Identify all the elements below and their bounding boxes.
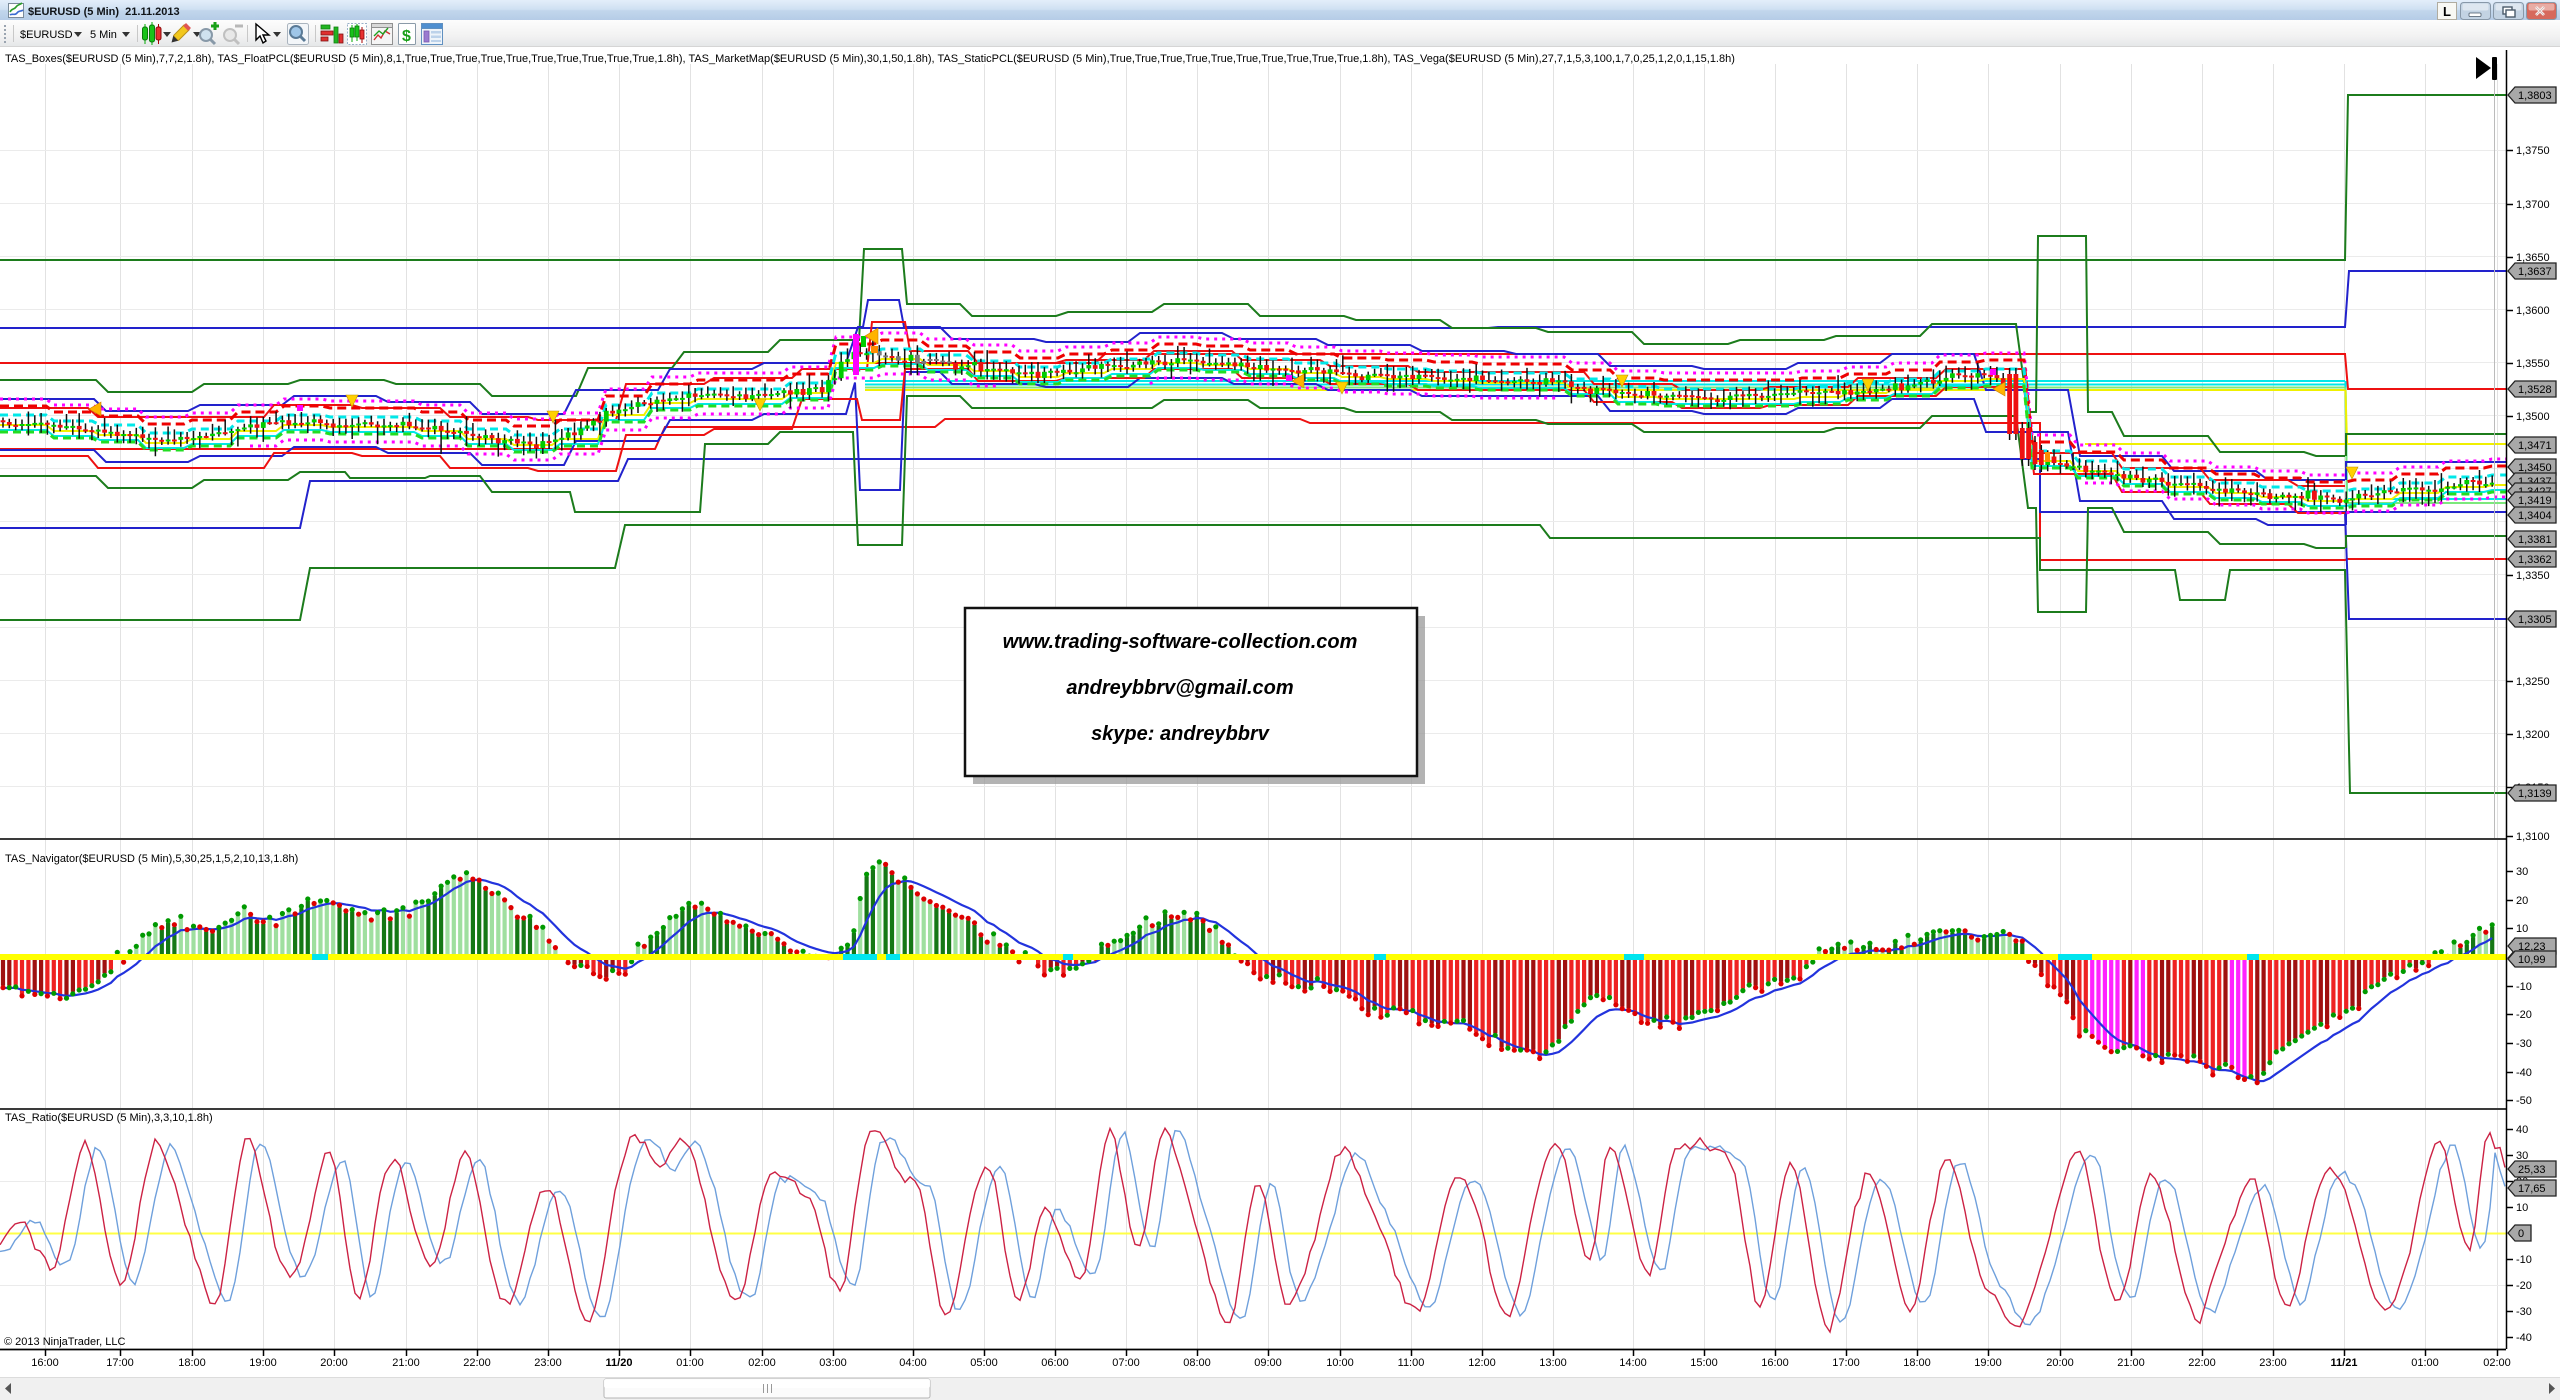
svg-text:1,3250: 1,3250 [2516,676,2550,688]
svg-text:21:00: 21:00 [392,1357,420,1369]
svg-text:L: L [2443,4,2451,19]
svg-text:17:00: 17:00 [1832,1357,1860,1369]
svg-text:$EURUSD (5 Min) 21.11.2013: $EURUSD (5 Min) 21.11.2013 [28,6,180,18]
svg-text:30: 30 [2516,1150,2528,1162]
svg-text:11/20: 11/20 [606,1357,633,1369]
svg-text:10:00: 10:00 [1326,1357,1354,1369]
svg-text:10,99: 10,99 [2518,954,2546,966]
svg-text:15:00: 15:00 [1690,1357,1718,1369]
svg-text:01:00: 01:00 [2411,1357,2439,1369]
svg-text:5 Min: 5 Min [90,29,117,41]
svg-text:02:00: 02:00 [748,1357,776,1369]
svg-text:1,3381: 1,3381 [2518,534,2552,546]
svg-text:19:00: 19:00 [1974,1357,2002,1369]
svg-text:23:00: 23:00 [534,1357,562,1369]
svg-text:12:00: 12:00 [1468,1357,1496,1369]
svg-text:-40: -40 [2516,1067,2532,1079]
svg-text:25,33: 25,33 [2518,1164,2546,1176]
svg-text:18:00: 18:00 [1903,1357,1931,1369]
svg-text:$: $ [402,28,411,45]
svg-text:1,3528: 1,3528 [2518,384,2552,396]
svg-text:1,3600: 1,3600 [2516,305,2550,317]
svg-text:www.trading-software-collectio: www.trading-software-collection.com [1003,631,1358,653]
svg-text:13:00: 13:00 [1539,1357,1567,1369]
svg-text:20: 20 [2516,895,2528,907]
svg-text:21:00: 21:00 [2117,1357,2145,1369]
svg-text:10: 10 [2516,923,2528,935]
svg-text:andreybbrv@gmail.com: andreybbrv@gmail.com [1066,677,1293,699]
svg-text:14:00: 14:00 [1619,1357,1647,1369]
svg-text:1,3350: 1,3350 [2516,570,2550,582]
svg-text:1,3200: 1,3200 [2516,729,2550,741]
svg-text:-30: -30 [2516,1038,2532,1050]
svg-text:22:00: 22:00 [2188,1357,2216,1369]
svg-text:09:00: 09:00 [1254,1357,1282,1369]
svg-text:-30: -30 [2516,1306,2532,1318]
svg-text:-10: -10 [2516,981,2532,993]
svg-text:1,3450: 1,3450 [2518,462,2552,474]
svg-text:1,3550: 1,3550 [2516,358,2550,370]
svg-text:11/21: 11/21 [2331,1357,2358,1369]
svg-text:23:00: 23:00 [2259,1357,2287,1369]
svg-text:19:00: 19:00 [249,1357,277,1369]
svg-text:10: 10 [2516,1202,2528,1214]
svg-text:20:00: 20:00 [320,1357,348,1369]
svg-text:1,3637: 1,3637 [2518,266,2552,278]
svg-text:-10: -10 [2516,1254,2532,1266]
svg-text:© 2013 NinjaTrader, LLC: © 2013 NinjaTrader, LLC [4,1336,125,1348]
svg-text:18:00: 18:00 [178,1357,206,1369]
svg-text:1,3305: 1,3305 [2518,614,2552,626]
svg-text:17:00: 17:00 [106,1357,134,1369]
svg-text:TAS_Boxes($EURUSD (5 Min),7,7,: TAS_Boxes($EURUSD (5 Min),7,7,2,1.8h), T… [5,53,1735,65]
svg-text:30: 30 [2516,866,2528,878]
svg-text:20:00: 20:00 [2046,1357,2074,1369]
svg-text:TAS_Ratio($EURUSD (5 Min),3,3,: TAS_Ratio($EURUSD (5 Min),3,3,10,1.8h) [5,1112,213,1124]
svg-text:skype: andreybbrv: skype: andreybbrv [1091,723,1271,745]
svg-text:1,3100: 1,3100 [2516,831,2550,843]
svg-text:0: 0 [2518,1228,2524,1240]
svg-text:16:00: 16:00 [31,1357,59,1369]
svg-text:1,3139: 1,3139 [2518,788,2552,800]
svg-text:1,3803: 1,3803 [2518,90,2552,102]
svg-text:40: 40 [2516,1124,2528,1136]
svg-text:03:00: 03:00 [819,1357,847,1369]
svg-text:1,3700: 1,3700 [2516,199,2550,211]
svg-text:02:00: 02:00 [2483,1357,2511,1369]
svg-text:1,3471: 1,3471 [2518,440,2552,452]
svg-text:04:00: 04:00 [899,1357,927,1369]
svg-text:-40: -40 [2516,1332,2532,1344]
svg-text:08:00: 08:00 [1183,1357,1211,1369]
svg-text:17,65: 17,65 [2518,1183,2546,1195]
svg-text:07:00: 07:00 [1112,1357,1140,1369]
svg-text:11:00: 11:00 [1398,1357,1425,1369]
svg-text:-20: -20 [2516,1009,2532,1021]
svg-text:1,3419: 1,3419 [2518,495,2552,507]
svg-text:1,3750: 1,3750 [2516,145,2550,157]
svg-text:01:00: 01:00 [676,1357,704,1369]
svg-text:05:00: 05:00 [970,1357,998,1369]
svg-text:16:00: 16:00 [1761,1357,1789,1369]
svg-text:TAS_Navigator($EURUSD (5 Min),: TAS_Navigator($EURUSD (5 Min),5,30,25,1,… [5,853,298,865]
svg-text:1,3404: 1,3404 [2518,510,2552,522]
svg-text:06:00: 06:00 [1041,1357,1069,1369]
svg-text:1,3500: 1,3500 [2516,411,2550,423]
svg-text:-50: -50 [2516,1095,2532,1107]
svg-text:22:00: 22:00 [463,1357,491,1369]
svg-text:$EURUSD: $EURUSD [20,29,73,41]
svg-text:-20: -20 [2516,1280,2532,1292]
svg-text:1,3650: 1,3650 [2516,252,2550,264]
svg-text:1,3362: 1,3362 [2518,554,2552,566]
